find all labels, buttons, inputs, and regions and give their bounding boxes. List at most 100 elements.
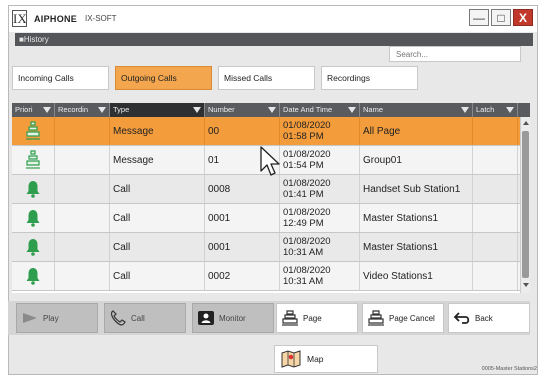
cell-recording bbox=[55, 175, 110, 203]
cell-date-time: 01/08/2020 01:54 PM bbox=[280, 146, 360, 174]
tab-missed-calls[interactable]: Missed Calls bbox=[218, 66, 315, 90]
cell-latch bbox=[473, 117, 518, 145]
cell-time: 12:49 PM bbox=[283, 218, 324, 229]
scroll-thumb[interactable] bbox=[522, 131, 529, 278]
cell-date: 01/08/2020 bbox=[283, 178, 331, 189]
product-name: IX-SOFT bbox=[85, 14, 117, 23]
cell-date: 01/08/2020 bbox=[283, 236, 331, 247]
cell-number: 00 bbox=[205, 117, 280, 145]
cell-number: 0002 bbox=[205, 262, 280, 290]
play-button[interactable]: Play bbox=[16, 303, 98, 333]
back-button[interactable]: Back bbox=[448, 303, 530, 333]
table-row[interactable]: Message 00 01/08/2020 01:58 PM All Page bbox=[12, 117, 530, 146]
scroll-up-arrow-icon[interactable] bbox=[523, 121, 529, 125]
action-toolbar: Play Call Monitor Page Page Cancel Back bbox=[8, 301, 530, 335]
sort-arrow-icon bbox=[461, 107, 469, 113]
cell-date-time: 01/08/2020 01:58 PM bbox=[280, 117, 360, 145]
sort-arrow-icon bbox=[193, 107, 201, 113]
tab-incoming-calls[interactable]: Incoming Calls bbox=[12, 66, 109, 90]
monitor-button[interactable]: Monitor bbox=[192, 303, 274, 333]
cell-date: 01/08/2020 bbox=[283, 265, 331, 276]
brand-name: AIPHONE bbox=[34, 14, 78, 24]
cell-recording bbox=[55, 204, 110, 232]
cell-time: 01:41 PM bbox=[283, 189, 324, 200]
page-button[interactable]: Page bbox=[276, 303, 358, 333]
cell-date-time: 01/08/2020 10:31 AM bbox=[280, 233, 360, 261]
table-row[interactable]: Call 0001 01/08/2020 10:31 AM Master Station… bbox=[12, 233, 530, 262]
cell-time: 10:31 AM bbox=[283, 247, 324, 258]
sort-arrow-icon bbox=[43, 107, 51, 113]
maximize-button[interactable]: □ bbox=[491, 9, 511, 26]
column-header-priority[interactable]: Priori bbox=[12, 103, 55, 117]
cell-recording bbox=[55, 233, 110, 261]
play-icon bbox=[17, 312, 43, 324]
cell-time: 01:54 PM bbox=[283, 160, 324, 171]
cell-recording bbox=[55, 146, 110, 174]
tab-recordings[interactable]: Recordings bbox=[321, 66, 418, 90]
cell-date-time: 01/08/2020 01:41 PM bbox=[280, 175, 360, 203]
map-button[interactable]: Map bbox=[274, 345, 378, 373]
table-row[interactable]: Call 0001 01/08/2020 12:49 PM Master Station… bbox=[12, 204, 530, 233]
table-row[interactable]: Call 0008 01/08/2020 01:41 PM Handset Sub St… bbox=[12, 175, 530, 204]
cell-date: 01/08/2020 bbox=[283, 149, 331, 160]
close-button[interactable]: X bbox=[513, 9, 533, 26]
cell-type: Message bbox=[110, 117, 205, 145]
ix-logo-icon: IX bbox=[12, 10, 27, 27]
search-input[interactable] bbox=[389, 46, 521, 62]
cell-type: Call bbox=[110, 233, 205, 261]
page-cancel-speaker-icon bbox=[363, 309, 389, 327]
column-header-name[interactable]: Name bbox=[360, 103, 473, 117]
scroll-down-arrow-icon[interactable] bbox=[523, 283, 529, 287]
history-tabs: Incoming Calls Outgoing Calls Missed Cal… bbox=[12, 66, 418, 90]
phone-icon bbox=[105, 310, 131, 326]
page-speaker-icon bbox=[277, 309, 303, 327]
cell-name: All Page bbox=[360, 117, 473, 145]
cell-name: Master Stations1 bbox=[360, 204, 473, 232]
table-row[interactable]: Call 0002 01/08/2020 10:31 AM Video Stations… bbox=[12, 262, 530, 291]
cell-latch bbox=[473, 146, 518, 174]
cell-recording bbox=[55, 262, 110, 290]
column-header-number[interactable]: Number bbox=[205, 103, 280, 117]
table-body: Message 00 01/08/2020 01:58 PM All Page Messa… bbox=[12, 117, 530, 291]
cell-name: Group01 bbox=[360, 146, 473, 174]
bell-icon bbox=[12, 204, 55, 232]
station-label: 0005-Master Stations2 bbox=[481, 366, 537, 372]
column-header-date-time[interactable]: Date And Time bbox=[280, 103, 360, 117]
tab-outgoing-calls[interactable]: Outgoing Calls bbox=[115, 66, 212, 90]
map-icon bbox=[275, 350, 307, 368]
bell-icon bbox=[12, 233, 55, 261]
back-arrow-icon bbox=[449, 311, 475, 325]
column-header-type[interactable]: Type bbox=[110, 103, 205, 117]
column-header-latch[interactable]: Latch bbox=[473, 103, 518, 117]
cell-latch bbox=[473, 204, 518, 232]
monitor-icon bbox=[193, 310, 219, 326]
cell-date-time: 01/08/2020 12:49 PM bbox=[280, 204, 360, 232]
cell-name: Video Stations1 bbox=[360, 262, 473, 290]
cell-recording bbox=[55, 117, 110, 145]
cell-type: Call bbox=[110, 262, 205, 290]
page-speaker-icon bbox=[12, 117, 55, 145]
mouse-pointer-icon bbox=[260, 146, 280, 176]
sort-arrow-icon bbox=[98, 107, 106, 113]
column-header-recording[interactable]: Recordin bbox=[55, 103, 110, 117]
page-speaker-icon bbox=[12, 146, 55, 174]
cell-date-time: 01/08/2020 10:31 AM bbox=[280, 262, 360, 290]
page-title: ■History bbox=[15, 33, 533, 46]
bell-icon bbox=[12, 175, 55, 203]
page-cancel-button[interactable]: Page Cancel bbox=[362, 303, 444, 333]
table-header: Priori Recordin Type Number Date And Tim… bbox=[12, 103, 530, 117]
cell-latch bbox=[473, 262, 518, 290]
sort-arrow-icon bbox=[506, 107, 514, 113]
cell-date: 01/08/2020 bbox=[283, 120, 331, 131]
cell-date: 01/08/2020 bbox=[283, 207, 331, 218]
cell-type: Call bbox=[110, 204, 205, 232]
vertical-scrollbar[interactable] bbox=[520, 117, 530, 293]
cell-type: Call bbox=[110, 175, 205, 203]
cell-number: 0008 bbox=[205, 175, 280, 203]
call-button[interactable]: Call bbox=[104, 303, 186, 333]
cell-latch bbox=[473, 175, 518, 203]
cell-name: Handset Sub Station1 bbox=[360, 175, 473, 203]
minimize-button[interactable]: — bbox=[469, 9, 489, 26]
bell-icon bbox=[12, 262, 55, 290]
title-bar: IX AIPHONE IX-SOFT — □ X bbox=[9, 6, 537, 32]
